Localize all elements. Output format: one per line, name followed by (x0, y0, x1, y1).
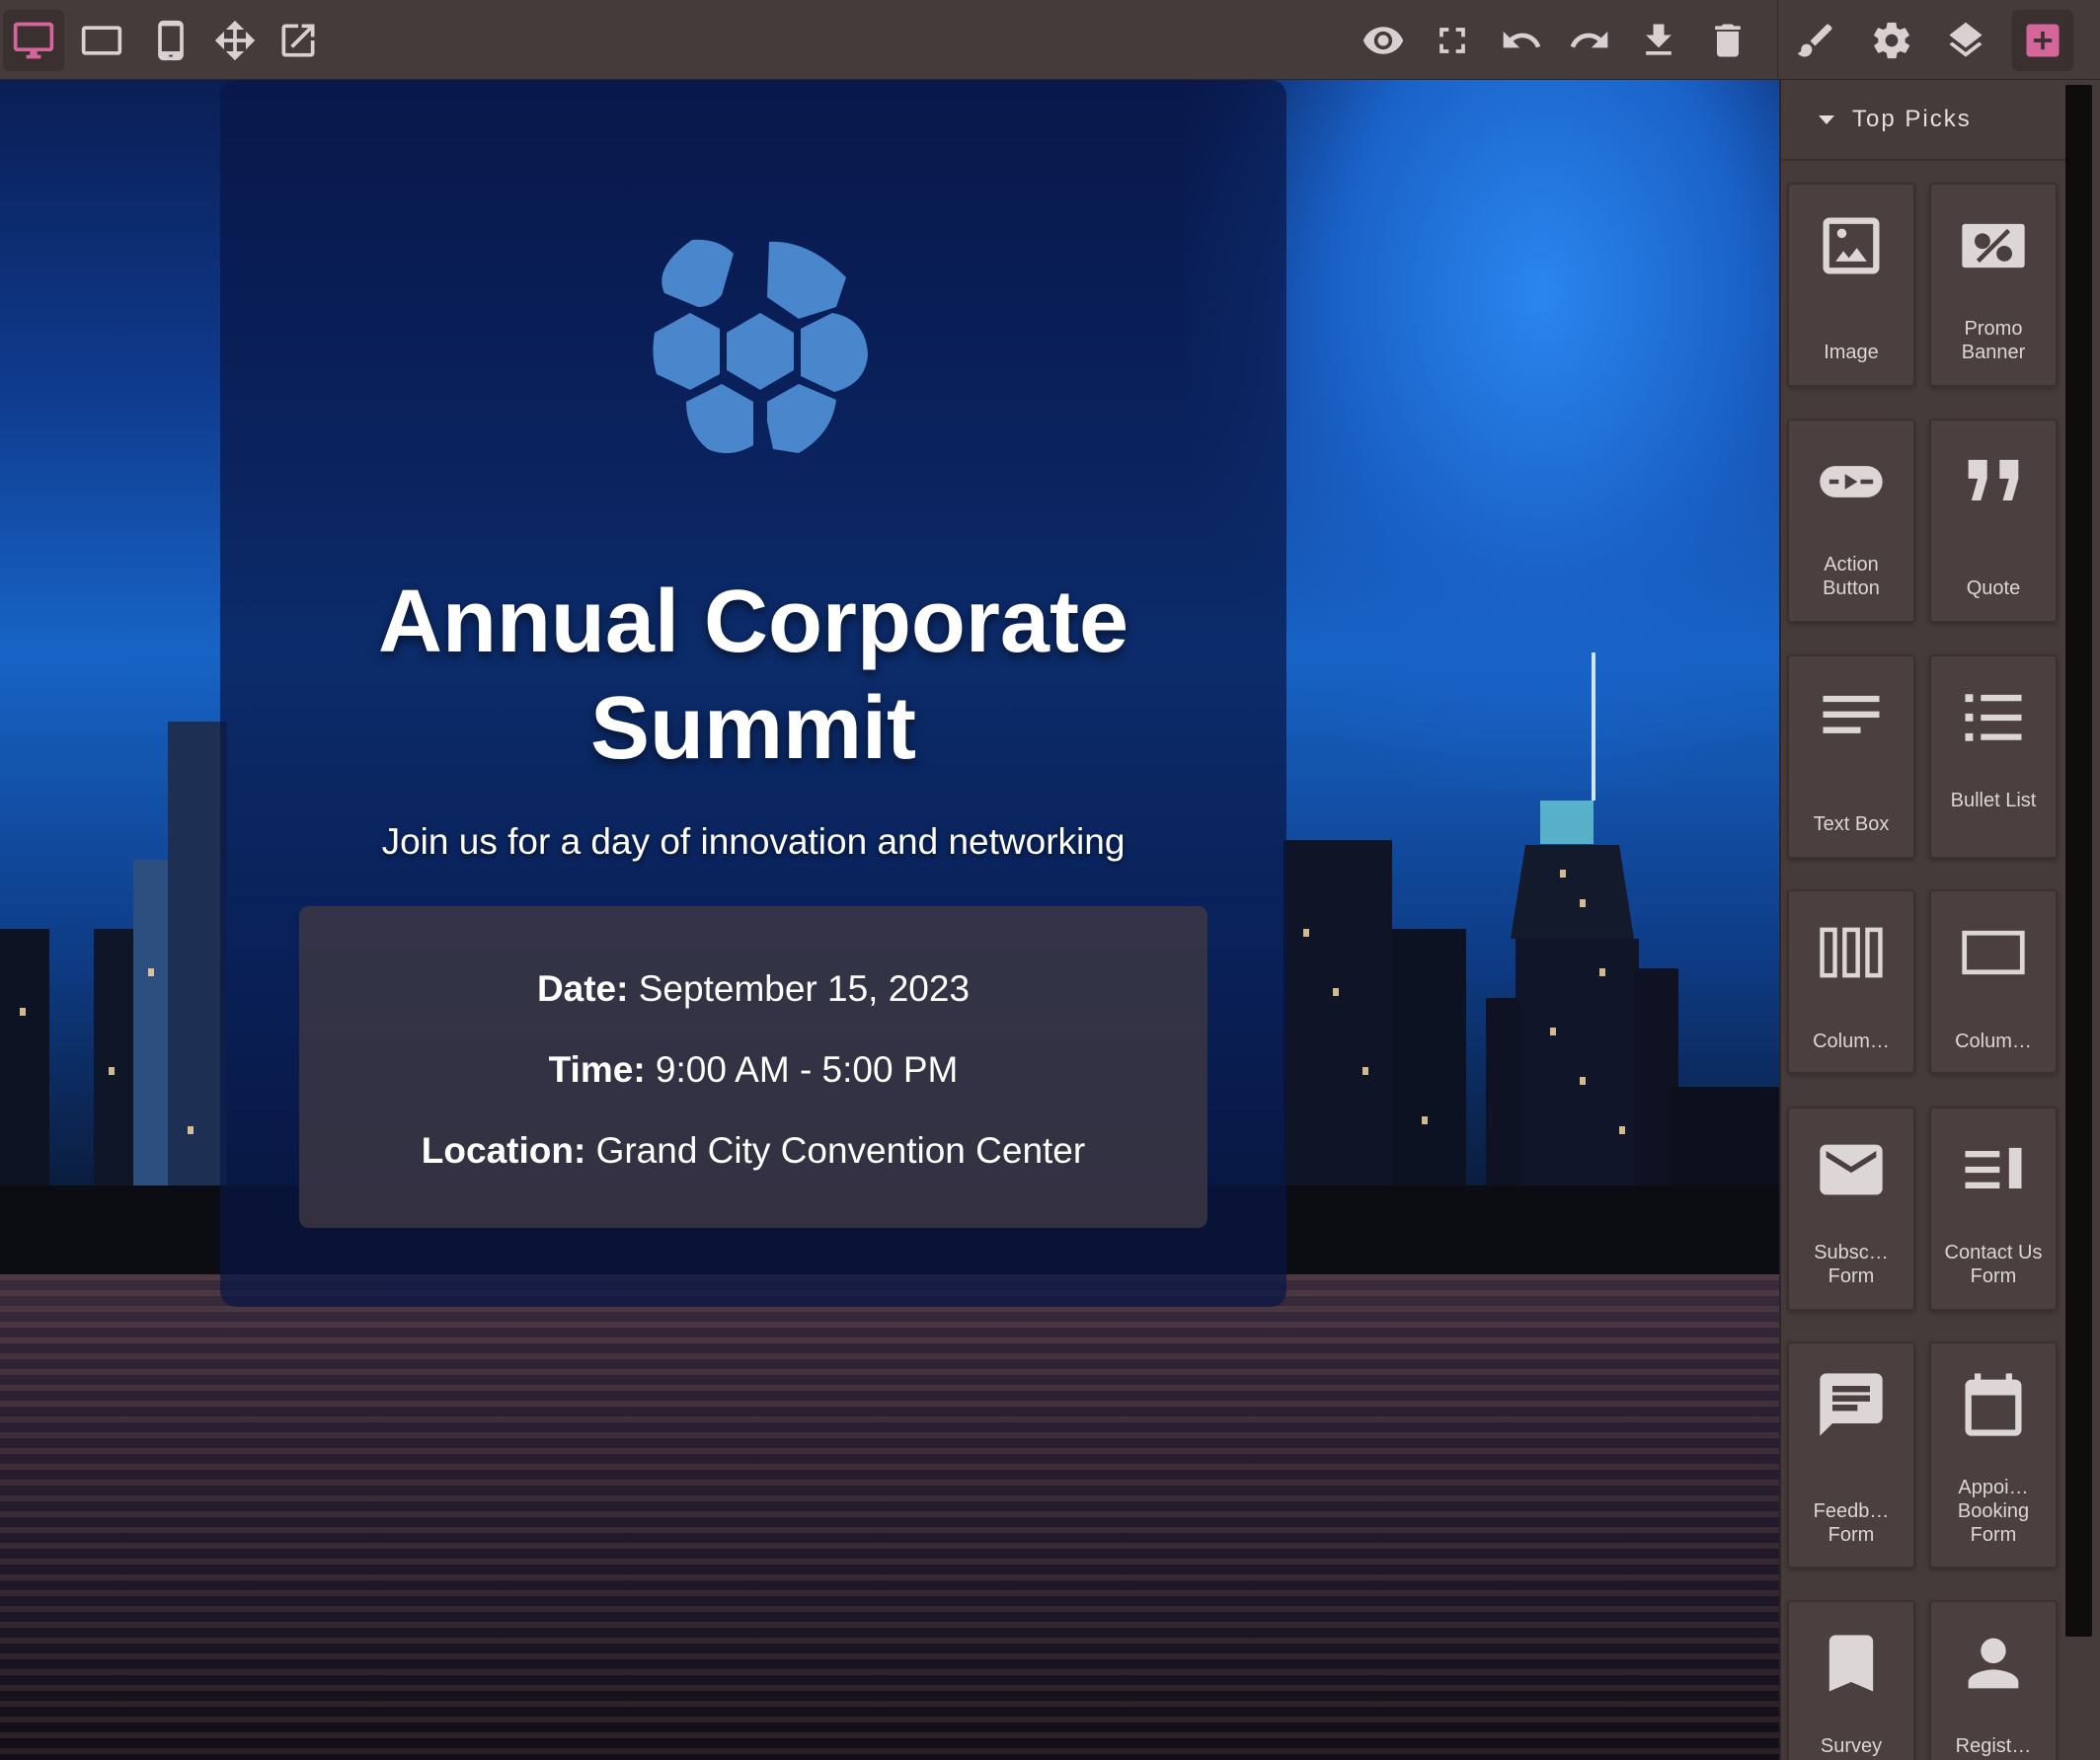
block-label: Subsc… Form (1814, 1242, 1889, 1287)
location-label: Location: (421, 1130, 586, 1171)
time-label: Time: (548, 1049, 646, 1090)
delete-button[interactable] (1697, 10, 1758, 71)
preview-button[interactable] (1353, 10, 1414, 71)
block-label: Colum… (1955, 1031, 2032, 1052)
user-icon (1968, 1638, 2019, 1689)
date-label: Date: (536, 968, 629, 1009)
block-label: Contact Us Form (1944, 1242, 2043, 1287)
open-external-button[interactable] (268, 10, 329, 71)
block-survey[interactable]: Survey (1787, 1600, 1915, 1760)
block-promo-banner[interactable]: Promo Banner (1929, 183, 2058, 387)
block-label: Colum… (1813, 1031, 1890, 1052)
download-button[interactable] (1628, 10, 1689, 71)
three-columns-icon (1820, 927, 1883, 978)
undo-button[interactable] (1491, 10, 1552, 71)
tablet-landscape-icon (81, 26, 122, 55)
block-label: Survey (1820, 1735, 1883, 1757)
block-text-box[interactable]: Text Box (1787, 654, 1915, 859)
mobile-icon (158, 20, 184, 61)
block-appointment-booking-form[interactable]: Appoi… Booking Form (1929, 1341, 2058, 1569)
trash-icon (1715, 24, 1741, 57)
percent-tag-icon (1962, 223, 2025, 268)
block-label: Quote (1966, 577, 2021, 599)
external-link-icon (281, 24, 315, 57)
tablet-view-button[interactable] (71, 10, 132, 71)
block-label: Appoi… Booking Form (1957, 1477, 2030, 1546)
time-value: 9:00 AM - 5:00 PM (655, 1049, 959, 1090)
plus-square-icon (2026, 24, 2060, 57)
editor-canvas[interactable]: Annual Corporate Summit Join us for a da… (0, 80, 1779, 1760)
fullscreen-button[interactable] (1422, 10, 1483, 71)
button-pill-icon (1820, 466, 1883, 497)
block-label: Action Button (1823, 554, 1880, 599)
buildings-left (0, 722, 227, 1245)
layers-icon (1949, 22, 1983, 57)
block-label: Image (1824, 342, 1879, 363)
location-value: Grand City Convention Center (595, 1130, 1086, 1171)
event-subtitle[interactable]: Join us for a day of innovation and netw… (220, 820, 1286, 864)
block-subscribe-form[interactable]: Subsc… Form (1787, 1107, 1915, 1311)
skyscraper-right (1486, 652, 1678, 1245)
list-icon (1965, 694, 2022, 741)
top-picks-category-header[interactable]: Top Picks (1781, 80, 2067, 161)
undo-icon (1503, 31, 1541, 48)
paintbrush-icon (1797, 24, 1832, 57)
block-quote[interactable]: Quote (1929, 419, 2058, 623)
panel-title: Top Picks (1852, 106, 1972, 132)
block-label: Text Box (1813, 813, 1890, 835)
block-label: Bullet List (1950, 790, 2037, 811)
honeycomb-logo-icon (653, 239, 868, 454)
fullscreen-icon (1439, 28, 1465, 53)
one-column-icon (1962, 930, 2025, 975)
block-registration[interactable]: Regist… (1929, 1600, 2058, 1760)
event-title-line2: Summit (589, 679, 917, 778)
comment-icon (1820, 1373, 1883, 1436)
block-columns-1[interactable]: Colum… (1929, 889, 2058, 1074)
desktop-view-button[interactable] (3, 10, 64, 71)
text-lines-icon (1823, 695, 1880, 733)
blocks-panel: Top Picks Image Promo Banner Action Butt… (1779, 80, 2067, 1760)
block-image[interactable]: Image (1787, 183, 1915, 387)
block-columns-3[interactable]: Colum… (1787, 889, 1915, 1074)
envelope-icon (1820, 1144, 1883, 1195)
block-contact-us-form[interactable]: Contact Us Form (1929, 1107, 2058, 1311)
move-button[interactable] (204, 10, 266, 71)
event-date: Date: September 15, 2023 (299, 967, 1207, 1011)
event-time: Time: 9:00 AM - 5:00 PM (299, 1048, 1207, 1092)
block-feedback-form[interactable]: Feedb… Form (1787, 1341, 1915, 1569)
block-label: Feedb… Form (1813, 1500, 1890, 1546)
calendar-icon (1965, 1373, 2022, 1436)
event-details-box[interactable]: Date: September 15, 2023 Time: 9:00 AM -… (299, 906, 1207, 1228)
block-label: Promo Banner (1961, 318, 2026, 363)
move-arrows-icon (214, 20, 256, 61)
download-icon (1646, 24, 1672, 55)
water-reflection (0, 1274, 1779, 1760)
quote-icon (1968, 459, 2019, 500)
date-value: September 15, 2023 (638, 968, 971, 1009)
form-lines-icon (1965, 1147, 2022, 1188)
style-manager-button[interactable] (1785, 10, 1846, 71)
event-title-line1: Annual Corporate (377, 573, 1129, 671)
caret-down-icon (1819, 115, 1834, 124)
top-toolbar (0, 0, 2100, 80)
image-icon (1823, 217, 1880, 274)
settings-button[interactable] (1861, 10, 1922, 71)
event-location: Location: Grand City Convention Center (299, 1129, 1207, 1173)
add-block-button[interactable] (2012, 10, 2073, 71)
redo-button[interactable] (1559, 10, 1620, 71)
mobile-view-button[interactable] (140, 10, 201, 71)
bookmark-icon (1828, 1635, 1874, 1692)
block-action-button[interactable]: Action Button (1787, 419, 1915, 623)
block-label: Regist… (1955, 1735, 2032, 1757)
eye-icon (1362, 27, 1404, 54)
event-card[interactable]: Annual Corporate Summit Join us for a da… (220, 80, 1286, 1307)
redo-icon (1570, 31, 1608, 48)
gear-icon (1874, 22, 1910, 59)
panel-scrollbar-thumb[interactable] (2065, 85, 2092, 1637)
layers-button[interactable] (1935, 10, 1996, 71)
desktop-icon (13, 22, 54, 59)
block-bullet-list[interactable]: Bullet List (1929, 654, 2058, 859)
event-title[interactable]: Annual Corporate Summit (220, 569, 1286, 782)
